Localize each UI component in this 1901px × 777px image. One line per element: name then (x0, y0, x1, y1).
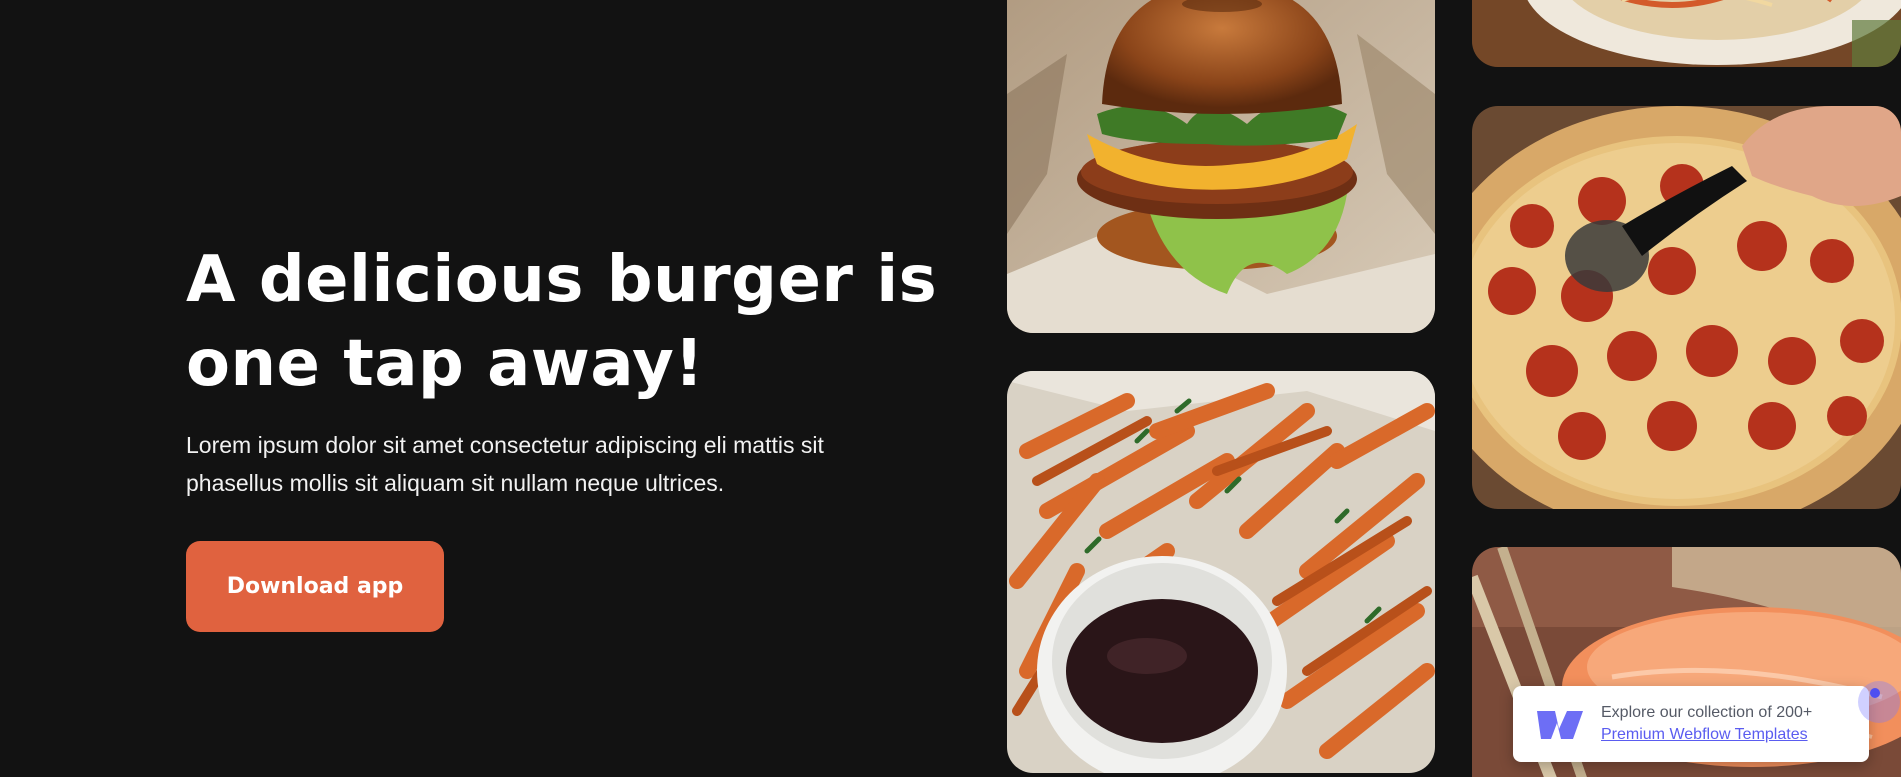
hero-title-line-1: A delicious burger is (186, 243, 938, 317)
notification-dot-icon (1858, 681, 1900, 723)
fries-photo (1007, 371, 1435, 773)
webflow-logo-icon (1537, 711, 1583, 739)
pizza-photo (1472, 106, 1901, 509)
premium-templates-link[interactable]: Premium Webflow Templates (1601, 724, 1812, 746)
hero-description-line-2: phasellus mollis sit aliquam sit nullam … (186, 470, 725, 496)
landing-page: A delicious burger is one tap away! Lore… (0, 0, 1901, 777)
webflow-promo-badge[interactable]: Explore our collection of 200+ Premium W… (1513, 686, 1869, 762)
hero-section: A delicious burger is one tap away! Lore… (186, 238, 946, 502)
noodles-photo (1472, 0, 1901, 67)
download-app-button[interactable]: Download app (186, 541, 444, 632)
burger-photo (1007, 0, 1435, 333)
promo-text: Explore our collection of 200+ Premium W… (1601, 702, 1812, 746)
hero-description-line-1: Lorem ipsum dolor sit amet consectetur a… (186, 432, 824, 458)
hero-title: A delicious burger is one tap away! (186, 238, 946, 406)
hero-title-line-2: one tap away! (186, 327, 705, 401)
hero-description: Lorem ipsum dolor sit amet consectetur a… (186, 426, 906, 502)
promo-line: Explore our collection of 200+ (1601, 704, 1813, 721)
